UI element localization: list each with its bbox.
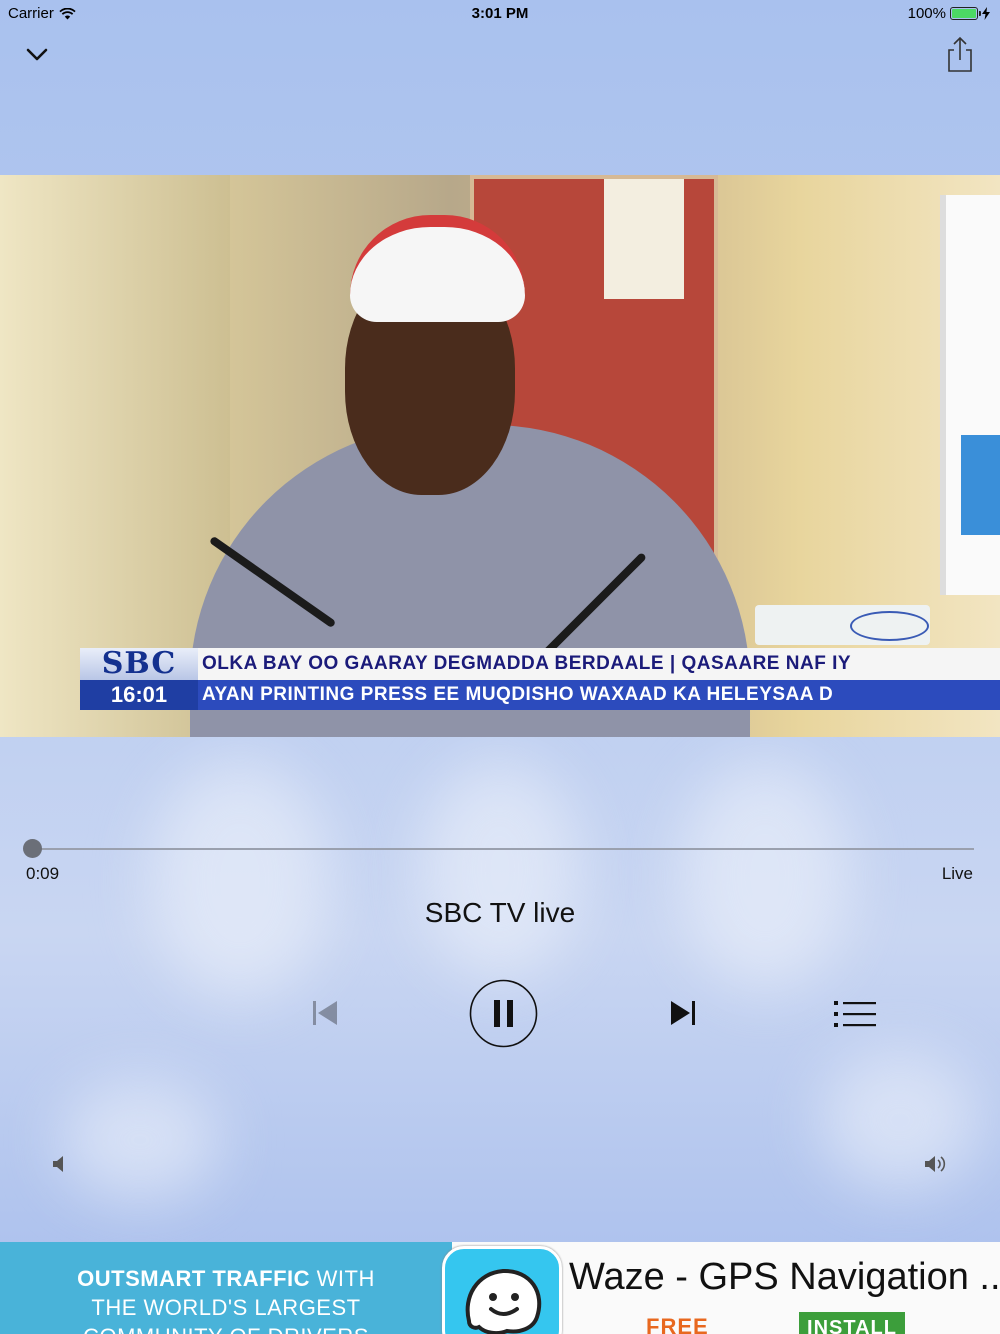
progress-slider[interactable] — [23, 839, 974, 858]
track-title: SBC TV live — [424, 897, 576, 928]
share-icon — [948, 36, 972, 72]
waze-icon — [465, 1268, 542, 1334]
pause-icon — [469, 979, 538, 1048]
playlist-button[interactable] — [833, 999, 877, 1029]
status-bar: Carrier 3:01 PM 100% — [0, 0, 1000, 28]
waze-app-icon — [442, 1246, 562, 1334]
progress-knob[interactable] — [23, 839, 42, 858]
ad-install-button[interactable]: INSTALL — [799, 1312, 905, 1334]
volume-high-icon — [925, 1156, 946, 1172]
ticker-logo: SBC — [80, 648, 198, 680]
charging-bolt-icon — [982, 7, 990, 20]
skip-previous-icon — [313, 1001, 337, 1025]
previous-button[interactable] — [310, 998, 340, 1028]
next-button[interactable] — [668, 998, 698, 1028]
battery-icon — [950, 7, 981, 20]
volume-min-button[interactable] — [50, 1154, 70, 1174]
battery-percent: 100% — [907, 5, 946, 22]
ad-banner[interactable]: OUTSMART TRAFFIC WITH THE WORLD'S LARGES… — [0, 1242, 1000, 1334]
clock: 3:01 PM — [471, 5, 529, 22]
ad-headline-bold: OUTSMART TRAFFIC — [77, 1266, 311, 1291]
volume-max-button[interactable] — [924, 1154, 950, 1174]
list-icon — [834, 1001, 876, 1027]
elapsed-time: 0:09 — [26, 864, 60, 883]
ticker-headline-1: OLKA BAY OO GAARAY DEGMADDA BERDAALE | Q… — [198, 648, 1000, 680]
live-label: Live — [941, 864, 973, 883]
pause-button[interactable] — [469, 979, 538, 1048]
channel-watermark — [755, 605, 930, 645]
news-ticker: SBC OLKA BAY OO GAARAY DEGMADDA BERDAALE… — [80, 648, 1000, 710]
ad-price: FREE — [646, 1314, 709, 1334]
share-button[interactable] — [944, 36, 976, 74]
ad-headline-line2: THE WORLD'S LARGEST — [91, 1295, 361, 1320]
ad-headline-rest: WITH — [310, 1266, 375, 1291]
ad-app-name: Waze - GPS Navigation ... — [569, 1256, 1000, 1298]
chevron-down-icon — [26, 48, 48, 61]
volume-low-icon — [53, 1156, 63, 1172]
skip-next-icon — [671, 1001, 695, 1025]
ad-creative: OUTSMART TRAFFIC WITH THE WORLD'S LARGES… — [0, 1242, 452, 1334]
video-player[interactable]: SBC OLKA BAY OO GAARAY DEGMADDA BERDAALE… — [0, 175, 1000, 737]
collapse-player-button[interactable] — [20, 38, 54, 72]
battery-indicator: 100% — [908, 5, 990, 22]
ticker-clock: 16:01 — [80, 680, 198, 710]
ad-headline-line3: COMMUNITY OF DRIVERS — [0, 1324, 452, 1334]
ticker-headline-2: AYAN PRINTING PRESS EE MUQDISHO WAXAAD K… — [198, 680, 1000, 710]
